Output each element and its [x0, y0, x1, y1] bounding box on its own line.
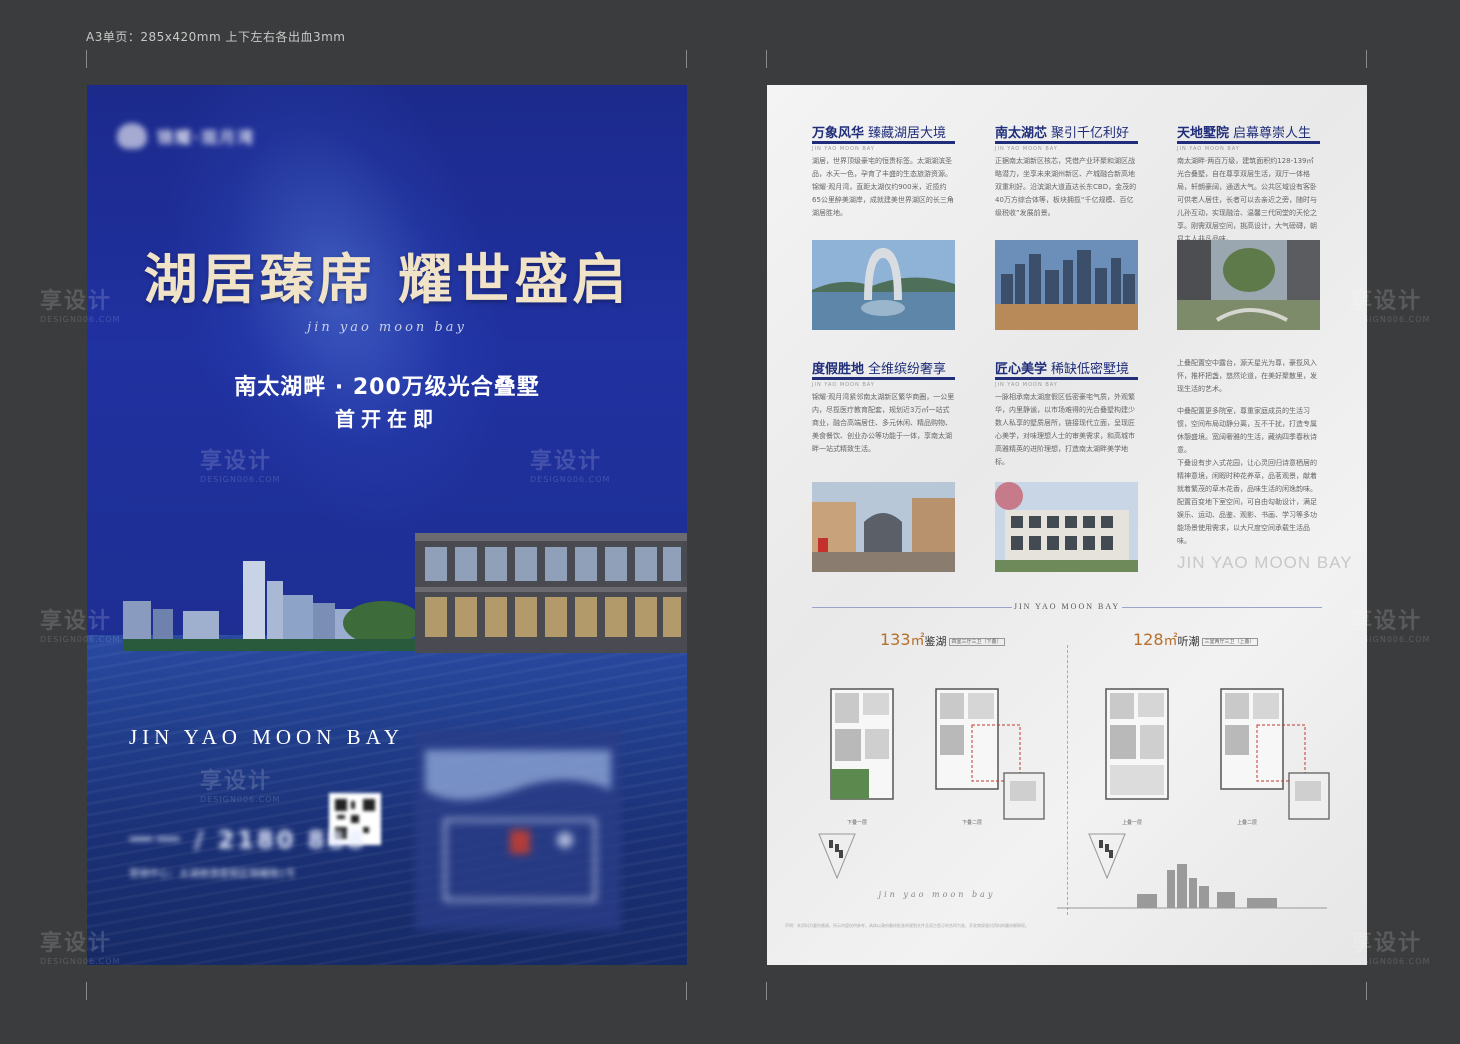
heading-en: JIN YAO MOON BAY	[995, 146, 1058, 152]
logo-mark-icon	[117, 123, 147, 149]
section-heading-1: 万象风华 臻藏湖居大境	[812, 126, 947, 141]
legal-footnote: 声明：本资料为要约邀请，所示内容仅供参考，具体以政府最终批准的规划文件及双方签订…	[785, 923, 1029, 928]
floorplan-drawing	[1105, 688, 1169, 800]
section-text-3: 南太湖畔·两百万级，建筑面积约128-139㎡光合叠墅，自在尊享双层生活，双厅一…	[1177, 157, 1317, 243]
lower-unit-text: 下叠设有步入式花园，让心灵回归诗意栖居的精神意境，闲暇时种花养草，品茗观景，献着…	[1177, 459, 1317, 545]
heading-en: JIN YAO MOON BAY	[995, 382, 1058, 388]
section-text-4: 锦耀·观月湾紧邻南太湖新区繁华商圈，一公里内，尽揽医疗教育配套，规划近3万㎡一站…	[812, 393, 955, 453]
heading-rule	[812, 377, 955, 380]
city-skyline-photo	[995, 240, 1138, 330]
section-text-2: 正据南太湖新区核芯，凭借产业环聚和湖区战略潜力，坐享未来湖州新区、产城融合新高地…	[995, 157, 1137, 217]
crop-mark	[766, 50, 767, 68]
townhouse-photo	[995, 482, 1138, 572]
plan-caption: 上叠二层	[1237, 820, 1258, 826]
crop-mark	[1366, 982, 1367, 1000]
flyer-front-page: 锦耀·观月湾 湖居臻席 耀世盛启 jin yao moon bay 南太湖畔 ·…	[87, 85, 687, 965]
crop-mark	[686, 982, 687, 1000]
heading-rule	[812, 141, 955, 144]
brand-english-name: JIN YAO MOON BAY	[129, 725, 405, 749]
crop-mark	[86, 982, 87, 1000]
section-heading-5: 匠心美学 稀缺低密墅境	[995, 362, 1130, 377]
divider-line	[1122, 607, 1322, 608]
section-text-1: 湖居，世界顶级豪宅的恒贵标签。太湖湖滨圣品，水天一色，孕育了丰盛的生态旅游资源。…	[812, 157, 954, 217]
section-text-5: 一脉相承南太湖度假区低密豪宅气质，外观繁华，内里静谧，以市场难得的光合叠墅构建少…	[995, 393, 1135, 466]
script-subtitle: jin yao moon bay	[307, 320, 467, 335]
plan-title-128: 128㎡听潮 三室两厅三卫（上叠）	[1133, 630, 1258, 650]
shopping-street-photo	[812, 482, 955, 572]
crop-mark	[686, 50, 687, 68]
heading-rule	[1177, 141, 1320, 144]
villa-building-image	[415, 533, 687, 653]
brand-logo: 锦耀·观月湾	[117, 123, 255, 149]
heading-rule	[995, 141, 1138, 144]
crop-mark	[766, 982, 767, 1000]
site-locator-icon	[818, 833, 856, 880]
middle-unit-text: 中叠配置更多院室，尊重家庭成员的生活习惯，空间布局动静分离，互不干扰，打造专属休…	[1177, 407, 1317, 454]
print-spec-note: A3单页：285x420mm 上下左右各出血3mm	[86, 30, 346, 44]
section-heading-4: 度假胜地 全维缤纷奢享	[812, 362, 947, 377]
section-heading-2: 南太湖芯 聚引千亿利好	[995, 126, 1130, 141]
opening-soon: 首开在即	[335, 407, 439, 431]
sales-address: 营销中心：太湖旅游度假区锦耀路1号	[129, 869, 296, 880]
tagline: 南太湖畔 · 200万级光合叠墅	[234, 375, 540, 400]
crop-mark	[86, 50, 87, 68]
upper-unit-text: 上叠配置空中露台，源天星光为尊，豪揽风入怀，推杯把盏，悠然论道，在美好聚散里，发…	[1177, 359, 1317, 393]
heading-en: JIN YAO MOON BAY	[1177, 146, 1240, 152]
location-map-image	[415, 730, 621, 930]
headline: 湖居臻席 耀世盛启	[143, 248, 631, 311]
plan-caption: 下叠一层	[847, 820, 868, 826]
section-heading-3: 天地墅院 启幕尊崇人生	[1177, 126, 1312, 141]
city-skyline-image	[123, 561, 423, 651]
heading-rule	[995, 377, 1138, 380]
floorplan-drawing	[1220, 688, 1330, 820]
skyline-line-art	[1057, 864, 1327, 909]
floorplan-drawing	[830, 688, 894, 800]
brand-ghost-text: JIN YAO MOON BAY	[1177, 553, 1353, 572]
moon-hotel-photo	[812, 240, 955, 330]
plan-caption: 上叠一层	[1122, 820, 1143, 826]
plan-caption: 下叠二层	[962, 820, 983, 826]
script-line-back: jin yao moon bay	[878, 890, 996, 899]
courtyard-photo	[1177, 240, 1320, 330]
plan-title-133: 133㎡鉴湖 四室三厅三卫（下叠）	[880, 630, 1005, 650]
crop-mark	[1366, 50, 1367, 68]
heading-en: JIN YAO MOON BAY	[812, 382, 875, 388]
flyer-back-page: 万象风华 臻藏湖居大境 JIN YAO MOON BAY 湖居，世界顶级豪宅的恒贵…	[767, 85, 1367, 965]
heading-en: JIN YAO MOON BAY	[812, 146, 875, 152]
floorplan-drawing	[935, 688, 1045, 820]
hotline-number[interactable]: 一一 / 2180 888	[129, 820, 367, 855]
